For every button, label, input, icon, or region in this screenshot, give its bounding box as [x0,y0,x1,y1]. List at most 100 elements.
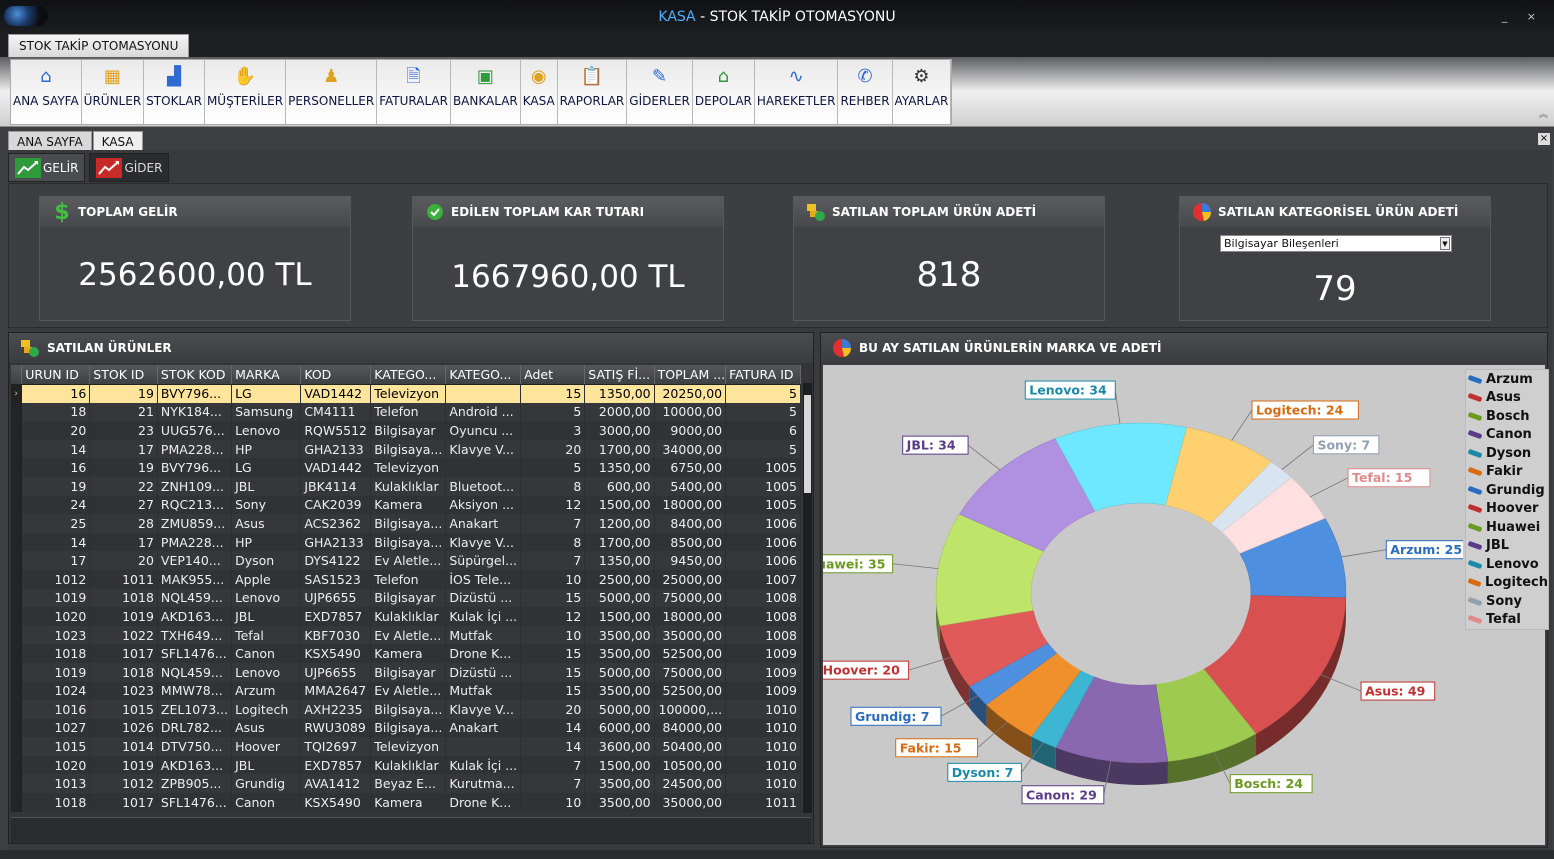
table-cell[interactable]: 1026 [89,718,158,738]
table-cell[interactable]: Beyaz E... [370,774,447,794]
table-row[interactable]: 17 20 VEP140... Dyson DYS4122 Ev Aletle... Süp… [11,551,801,570]
table-cell[interactable]: Android ... [445,402,522,422]
ribbon-button-kasa[interactable]: ◉ KASA [521,60,558,124]
table-cell[interactable]: 20 [89,551,158,570]
table-cell[interactable]: 1011 [89,569,158,589]
table-cell[interactable]: 17 [89,532,158,552]
table-cell[interactable]: LG [231,458,302,477]
table-cell[interactable]: NQL459... [157,588,233,608]
table-cell[interactable]: 25 [21,514,91,533]
table-row[interactable]: 1013 1012 ZPB905... Grundig AVA1412 Beyaz E..… [11,774,801,794]
table-cell[interactable]: 10 [520,793,586,812]
table-row[interactable]: 1019 1018 NQL459... Lenovo UJP6655 Bilgisayar… [11,588,801,608]
table-cell[interactable]: 1010 [725,700,801,719]
table-cell[interactable]: Telefon [370,569,447,589]
table-row[interactable]: 1024 1023 MMW78... Arzum MMA2647 Ev Aletle...… [11,681,801,701]
table-cell[interactable]: 1022 [89,625,158,645]
table-cell[interactable]: 14 [21,439,91,459]
table-cell[interactable]: 1015 [89,700,158,719]
table-cell[interactable]: AVA1412 [300,774,372,794]
row-selector[interactable] [11,421,23,440]
table-cell[interactable]: 14 [21,532,91,552]
doc-tab-kasa[interactable]: KASA [92,131,143,151]
table-cell[interactable]: 75000,00 [654,662,727,682]
table-cell[interactable]: Bilgisaya... [370,532,447,552]
table-cell[interactable]: 9450,00 [654,551,727,570]
column-header[interactable]: FATURA ID [725,365,801,385]
table-cell[interactable]: 1008 [725,588,801,608]
table-cell[interactable]: KSX5490 [300,644,372,663]
chevron-down-icon[interactable]: ▼ [1440,237,1450,250]
table-cell[interactable]: PMA228... [157,439,233,459]
table-cell[interactable]: Ev Aletle... [370,551,447,570]
table-cell[interactable]: 1350,00 [584,458,655,477]
table-cell[interactable]: Anakart [445,718,522,738]
table-cell[interactable]: 1024 [21,681,91,701]
table-cell[interactable]: 1018 [89,662,158,682]
table-cell[interactable]: Kamera [370,793,447,812]
table-row[interactable]: 19 22 ZNH109... JBL JBK4114 Kulaklıklar Blueto… [11,476,801,496]
table-cell[interactable]: PMA228... [157,532,233,552]
table-cell[interactable]: 23 [89,421,158,440]
table-cell[interactable]: 9000,00 [654,421,727,440]
table-cell[interactable]: 5000,00 [584,700,655,719]
row-selector[interactable] [11,718,23,738]
table-cell[interactable]: Oyuncu ... [445,421,522,440]
table-cell[interactable]: RQW5512 [300,421,372,440]
table-cell[interactable]: Kurutma... [445,774,522,794]
row-selector[interactable] [11,607,23,626]
table-cell[interactable]: 1010 [725,774,801,794]
row-selector[interactable] [11,662,23,682]
table-cell[interactable]: Bilgisayar [370,662,447,682]
table-cell[interactable]: 1019 [89,755,158,775]
table-cell[interactable]: 52500,00 [654,644,727,663]
table-cell[interactable]: EXD7857 [300,755,372,775]
table-cell[interactable]: LG [231,384,302,403]
table-cell[interactable]: DTV750... [157,737,233,756]
table-cell[interactable]: 6 [725,421,801,440]
table-cell[interactable]: Dizüstü ... [445,588,522,608]
table-cell[interactable]: GHA2133 [300,439,372,459]
table-cell[interactable]: ZMU859... [157,514,233,533]
table-cell[interactable]: 20 [520,700,586,719]
tab-gider[interactable]: GİDER [89,153,170,182]
table-cell[interactable]: 3600,00 [584,737,655,756]
row-selector[interactable] [11,439,23,459]
table-cell[interactable]: 1012 [89,774,158,794]
table-cell[interactable]: Klavye V... [445,439,522,459]
table-cell[interactable]: 3 [520,421,586,440]
table-cell[interactable]: Samsung [231,402,302,422]
table-cell[interactable]: 1023 [21,625,91,645]
table-cell[interactable]: 17 [89,439,158,459]
table-cell[interactable]: Sony [231,495,302,515]
table-cell[interactable]: Lenovo [231,662,302,682]
column-header[interactable]: KOD [300,365,372,385]
table-cell[interactable]: 12 [520,607,586,626]
ribbon-button-hareketler[interactable]: ∿ HAREKETLER [755,60,839,124]
column-header[interactable]: URUN ID [21,365,91,385]
table-cell[interactable]: 2500,00 [584,569,655,589]
table-cell[interactable]: 6750,00 [654,458,727,477]
table-row[interactable]: 1020 1019 AKD163... JBL EXD7857 Kulaklıklar Ku… [11,755,801,775]
table-cell[interactable]: Asus [231,718,302,738]
table-cell[interactable]: 1009 [725,681,801,701]
table-cell[interactable]: 10000,00 [654,402,727,422]
table-cell[interactable]: Apple [231,569,302,589]
table-cell[interactable]: Canon [231,644,302,663]
row-selector[interactable] [11,700,23,719]
table-cell[interactable]: Bilgisaya... [370,700,447,719]
category-select[interactable]: Bilgisayar Bileşenleri ▼ [1220,235,1452,252]
row-selector[interactable] [11,402,23,422]
ribbon-tab-main[interactable]: STOK TAKİP OTOMASYONU [8,34,190,57]
close-tab-icon[interactable]: × [1538,133,1550,145]
grid-vertical-scrollbar[interactable] [803,383,812,813]
table-cell[interactable]: CAK2039 [300,495,372,515]
table-cell[interactable]: 1020 [21,607,91,626]
table-cell[interactable]: Anakart [445,514,522,533]
table-cell[interactable]: Lenovo [231,588,302,608]
table-cell[interactable]: Kulaklıklar [370,476,447,496]
column-header[interactable]: STOK ID [89,365,158,385]
table-cell[interactable]: Lenovo [231,421,302,440]
row-selector[interactable] [11,644,23,663]
scrollbar-thumb[interactable] [804,395,811,493]
